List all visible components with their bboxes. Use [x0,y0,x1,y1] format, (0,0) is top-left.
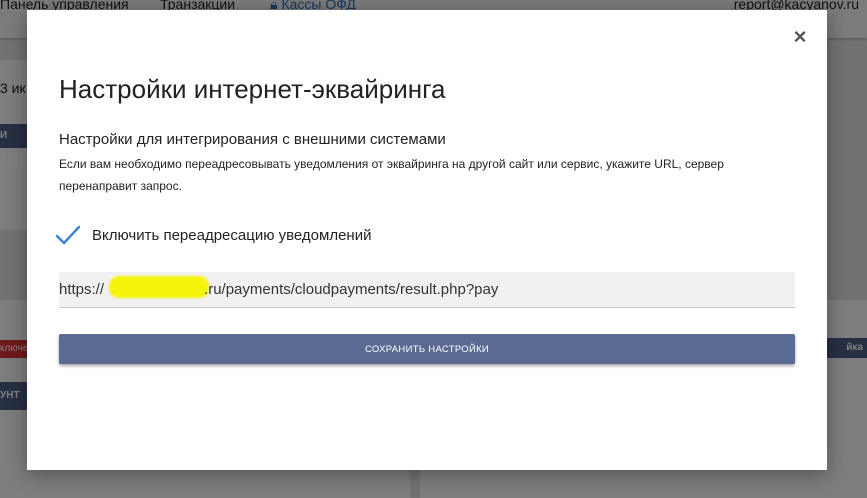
url-prefix: https:// [59,281,105,298]
modal-title: Настройки интернет-эквайринга [59,74,446,104]
url-suffix: .ru/payments/cloudpayments/result.php?pa… [204,281,499,298]
section-subtitle: Настройки для интегрирования с внешними … [59,131,446,148]
checkmark-icon [55,225,81,245]
redirect-url-input[interactable]: https:// .ru/payments/cloudpayments/resul… [59,272,795,308]
save-settings-button[interactable]: СОХРАНИТЬ НАСТРОЙКИ [59,334,795,364]
url-value: https:// .ru/payments/cloudpayments/resul… [59,281,498,298]
section-description: Если вам необходимо переадресовывать уве… [59,157,724,193]
redirect-notifications-checkbox[interactable]: Включить переадресацию уведомлений [55,222,371,248]
close-icon[interactable]: × [791,26,809,48]
acquiring-settings-modal: × Настройки интернет-эквайринга Настройк… [27,10,827,470]
checkbox-label: Включить переадресацию уведомлений [92,226,372,244]
